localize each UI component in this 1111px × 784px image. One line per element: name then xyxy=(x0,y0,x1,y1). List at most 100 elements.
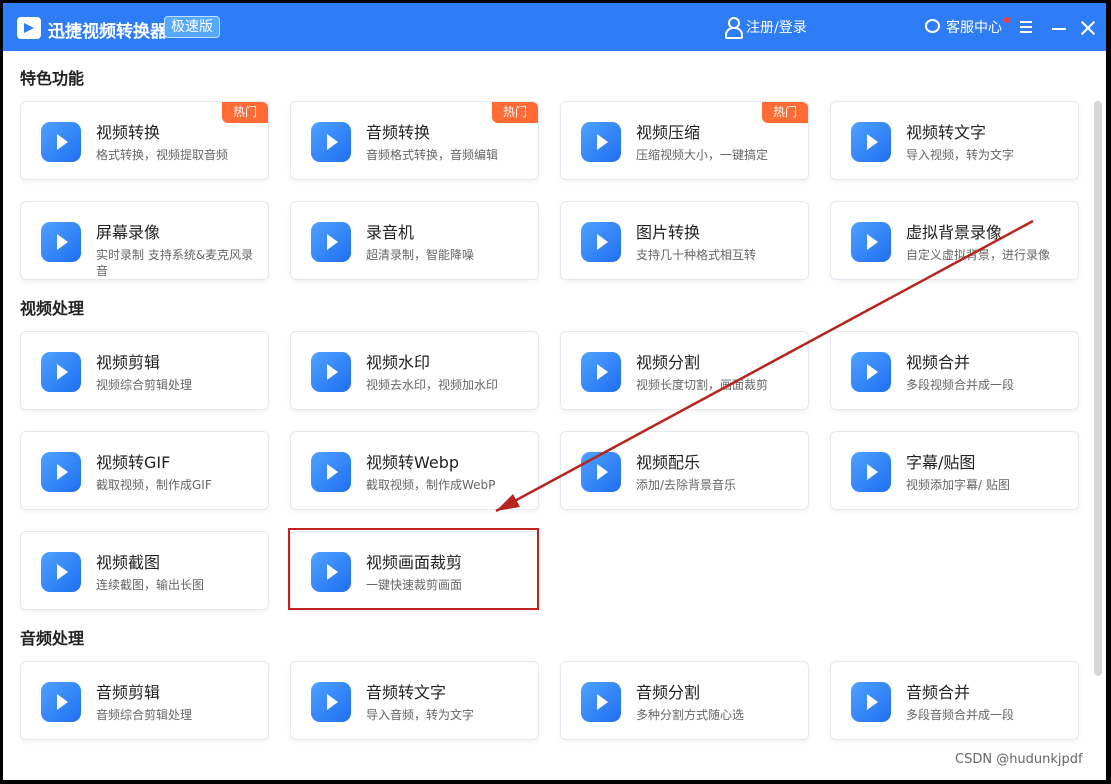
support-button[interactable]: 客服中心 xyxy=(946,17,1002,37)
edition-badge: 极速版 xyxy=(164,16,220,38)
audio-convert-icon xyxy=(311,122,351,162)
hot-badge: 热门 xyxy=(492,102,538,123)
card-video-watermark[interactable]: 视频水印 视频去水印，视频加水印 xyxy=(290,331,539,410)
menu-icon[interactable] xyxy=(1020,21,1032,33)
card-desc: 多段视频合并成一段 xyxy=(906,378,1015,392)
card-video-crop[interactable]: 视频画面裁剪 一键快速裁剪画面 xyxy=(290,531,539,610)
card-desc: 添加/去除背景音乐 xyxy=(636,478,737,492)
card-desc: 连续截图，输出长图 xyxy=(96,578,205,592)
card-video-merge[interactable]: 视频合并 多段视频合并成一段 xyxy=(830,331,1079,410)
login-button[interactable]: 注册/登录 xyxy=(746,17,807,37)
card-desc: 视频去水印，视频加水印 xyxy=(366,378,499,392)
section-title-audio: 音频处理 xyxy=(20,629,85,648)
card-desc: 视频综合剪辑处理 xyxy=(96,378,193,392)
card-title: 视频剪辑 xyxy=(96,353,161,372)
video-convert-icon xyxy=(41,122,81,162)
card-title: 视频分割 xyxy=(636,353,701,372)
card-desc: 支持几十种格式相互转 xyxy=(636,248,757,262)
card-video-compress[interactable]: 视频压缩 压缩视频大小，一键搞定 热门 xyxy=(560,101,809,180)
screen-record-icon xyxy=(41,222,81,262)
notification-dot xyxy=(1004,17,1010,23)
video-crop-icon xyxy=(311,552,351,592)
card-subtitle-sticker[interactable]: 字幕/贴图 视频添加字幕/ 贴图 xyxy=(830,431,1079,510)
card-desc: 多种分割方式随心选 xyxy=(636,708,745,722)
audio-split-icon xyxy=(581,682,621,722)
hot-badge: 热门 xyxy=(222,102,268,123)
virtual-background-icon xyxy=(851,222,891,262)
card-title: 音频合并 xyxy=(906,683,971,702)
card-title: 图片转换 xyxy=(636,223,701,242)
card-title: 音频转文字 xyxy=(366,683,447,702)
card-desc: 导入音频，转为文字 xyxy=(366,708,475,722)
card-video-edit[interactable]: 视频剪辑 视频综合剪辑处理 xyxy=(20,331,269,410)
card-desc: 一键快速裁剪画面 xyxy=(366,578,463,592)
card-desc: 音频格式转换，音频编辑 xyxy=(366,148,499,162)
card-recorder[interactable]: 录音机 超清录制，智能降噪 xyxy=(290,201,539,280)
card-audio-edit[interactable]: 音频剪辑 音频综合剪辑处理 xyxy=(20,661,269,740)
video-split-icon xyxy=(581,352,621,392)
card-video-split[interactable]: 视频分割 视频长度切割，画面裁剪 xyxy=(560,331,809,410)
card-title: 字幕/贴图 xyxy=(906,453,976,472)
recorder-icon xyxy=(311,222,351,262)
card-audio-split[interactable]: 音频分割 多种分割方式随心选 xyxy=(560,661,809,740)
card-desc: 多段音频合并成一段 xyxy=(906,708,1015,722)
video-to-webp-icon xyxy=(311,452,351,492)
scrollbar[interactable] xyxy=(1094,101,1102,676)
card-desc: 压缩视频大小，一键搞定 xyxy=(636,148,769,162)
card-video-to-text[interactable]: 视频转文字 导入视频，转为文字 xyxy=(830,101,1079,180)
card-audio-convert[interactable]: 音频转换 音频格式转换，音频编辑 热门 xyxy=(290,101,539,180)
card-desc: 视频长度切割，画面裁剪 xyxy=(636,378,769,392)
video-screenshot-icon xyxy=(41,552,81,592)
card-video-to-webp[interactable]: 视频转Webp 截取视频，制作成WebP xyxy=(290,431,539,510)
audio-to-text-icon xyxy=(311,682,351,722)
card-title: 视频转Webp xyxy=(366,453,460,472)
card-title: 录音机 xyxy=(366,223,415,242)
user-icon[interactable] xyxy=(725,17,743,39)
chat-icon[interactable] xyxy=(925,19,940,33)
hot-badge: 热门 xyxy=(762,102,808,123)
video-compress-icon xyxy=(581,122,621,162)
card-title: 音频剪辑 xyxy=(96,683,161,702)
app-logo-icon xyxy=(17,17,41,39)
card-video-convert[interactable]: 视频转换 格式转换，视频提取音频 热门 xyxy=(20,101,269,180)
card-desc: 视频添加字幕/ 贴图 xyxy=(906,478,1010,492)
card-desc: 格式转换，视频提取音频 xyxy=(96,148,229,162)
close-icon[interactable] xyxy=(1079,19,1097,37)
card-desc: 音频综合剪辑处理 xyxy=(96,708,193,722)
section-title-video: 视频处理 xyxy=(20,299,85,318)
card-title: 视频合并 xyxy=(906,353,971,372)
card-video-screenshot[interactable]: 视频截图 连续截图，输出长图 xyxy=(20,531,269,610)
card-title: 视频水印 xyxy=(366,353,431,372)
app-title: 迅捷视频转换器 xyxy=(48,22,167,42)
card-video-to-gif[interactable]: 视频转GIF 截取视频，制作成GIF xyxy=(20,431,269,510)
video-watermark-icon xyxy=(311,352,351,392)
card-title: 音频分割 xyxy=(636,683,701,702)
audio-edit-icon xyxy=(41,682,81,722)
card-image-convert[interactable]: 图片转换 支持几十种格式相互转 xyxy=(560,201,809,280)
card-title: 虚拟背景录像 xyxy=(906,223,1003,242)
video-merge-icon xyxy=(851,352,891,392)
card-desc: 超清录制，智能降噪 xyxy=(366,248,475,262)
card-title: 屏幕录像 xyxy=(96,223,161,242)
card-desc: 导入视频，转为文字 xyxy=(906,148,1015,162)
card-screen-record[interactable]: 屏幕录像 实时录制 支持系统&麦克风录音 xyxy=(20,201,269,280)
section-title-featured: 特色功能 xyxy=(20,69,85,88)
card-title: 视频截图 xyxy=(96,553,161,572)
video-edit-icon xyxy=(41,352,81,392)
video-to-gif-icon xyxy=(41,452,81,492)
card-title: 视频转GIF xyxy=(96,453,171,472)
watermark-text: CSDN @hudunkjpdf xyxy=(955,752,1083,767)
card-video-music[interactable]: 视频配乐 添加/去除背景音乐 xyxy=(560,431,809,510)
subtitle-sticker-icon xyxy=(851,452,891,492)
card-title: 视频转换 xyxy=(96,123,161,142)
card-title: 视频转文字 xyxy=(906,123,987,142)
card-desc: 截取视频，制作成WebP xyxy=(366,478,496,492)
card-audio-to-text[interactable]: 音频转文字 导入音频，转为文字 xyxy=(290,661,539,740)
card-audio-merge[interactable]: 音频合并 多段音频合并成一段 xyxy=(830,661,1079,740)
card-desc: 实时录制 支持系统&麦克风录音 xyxy=(96,248,254,278)
video-to-text-icon xyxy=(851,122,891,162)
card-virtual-background[interactable]: 虚拟背景录像 自定义虚拟背景，进行录像 xyxy=(830,201,1079,280)
card-title: 音频转换 xyxy=(366,123,431,142)
minimize-icon[interactable] xyxy=(1052,28,1066,30)
card-title: 视频压缩 xyxy=(636,123,701,142)
